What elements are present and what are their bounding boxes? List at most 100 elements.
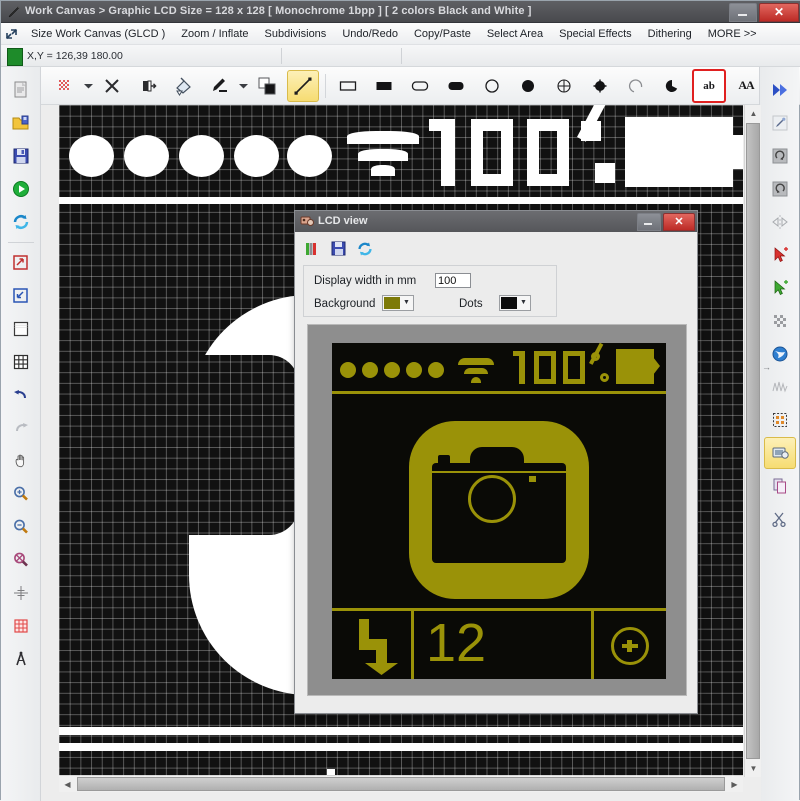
round-rect-filled-icon[interactable] bbox=[440, 70, 472, 102]
rotate-cw-icon[interactable] bbox=[764, 140, 796, 172]
vertical-scroll-thumb[interactable] bbox=[746, 123, 760, 759]
minimize-button[interactable] bbox=[729, 3, 757, 22]
crosshair-icon[interactable] bbox=[5, 577, 37, 609]
pencil-dropdown-icon[interactable] bbox=[238, 73, 249, 99]
red-cursor-icon[interactable] bbox=[764, 239, 796, 271]
ellipse-outline-icon[interactable] bbox=[548, 70, 580, 102]
canvas-horizontal-scrollbar[interactable]: ◀ ▶ bbox=[59, 775, 743, 792]
camera-flash bbox=[529, 476, 536, 482]
rect-filled-icon[interactable] bbox=[368, 70, 400, 102]
camera-lens bbox=[468, 475, 516, 523]
battery-full-icon bbox=[616, 349, 654, 384]
arc-outline-icon[interactable] bbox=[620, 70, 652, 102]
dialog-minimize-button[interactable] bbox=[637, 213, 661, 231]
save-disk-icon[interactable] bbox=[5, 140, 37, 172]
invert-icon[interactable] bbox=[132, 70, 164, 102]
dialog-title-bar[interactable]: LCD view ✕ bbox=[295, 211, 697, 233]
horizontal-scroll-thumb[interactable] bbox=[77, 777, 725, 791]
clear-x-icon[interactable] bbox=[96, 70, 128, 102]
compass-icon[interactable] bbox=[5, 643, 37, 675]
red-grid-icon[interactable] bbox=[5, 610, 37, 642]
pie-filled-icon[interactable] bbox=[656, 70, 688, 102]
display-options-box: Display width in mm Background ▼ Dots ▼ bbox=[303, 265, 557, 317]
refresh-icon[interactable] bbox=[355, 239, 375, 259]
current-color-swatch[interactable] bbox=[7, 48, 23, 66]
zoom-out-icon[interactable] bbox=[5, 511, 37, 543]
scroll-down-arrow[interactable]: ▼ bbox=[745, 760, 762, 777]
fg-bg-color-icon[interactable] bbox=[251, 70, 283, 102]
dialog-toolbar bbox=[303, 239, 375, 259]
font-size-icon[interactable]: AA bbox=[730, 70, 762, 102]
line-tool-icon[interactable] bbox=[287, 70, 319, 102]
eyedropper-icon[interactable] bbox=[764, 107, 796, 139]
grid-empty-icon[interactable] bbox=[5, 313, 37, 345]
fit-canvas-icon[interactable] bbox=[5, 280, 37, 312]
text-ab-icon[interactable]: ab bbox=[692, 69, 726, 103]
close-button[interactable]: ✕ bbox=[759, 3, 799, 22]
green-cursor-icon[interactable] bbox=[764, 272, 796, 304]
window-title: Work Canvas > Graphic LCD Size = 128 x 1… bbox=[25, 5, 531, 17]
dropdown-arrow-icon[interactable] bbox=[83, 73, 94, 99]
zoom-reset-icon[interactable] bbox=[5, 544, 37, 576]
divider bbox=[325, 74, 326, 98]
menu-subdivisions[interactable]: Subdivisions bbox=[257, 26, 335, 42]
cut-scissors-icon[interactable] bbox=[764, 503, 796, 535]
background-label: Background bbox=[314, 298, 375, 310]
menu-select-area[interactable]: Select Area bbox=[479, 26, 551, 42]
circle-filled-icon[interactable] bbox=[512, 70, 544, 102]
font-size-label: AA bbox=[738, 78, 753, 93]
pan-hand-icon[interactable] bbox=[5, 445, 37, 477]
refresh-icon[interactable] bbox=[5, 206, 37, 238]
zoom-in-icon[interactable] bbox=[5, 478, 37, 510]
menu-size-work-canvas[interactable]: Size Work Canvas (GLCD ) bbox=[23, 26, 173, 42]
window-controls: ✕ bbox=[729, 3, 799, 21]
pencil-icon[interactable] bbox=[204, 70, 236, 102]
display-width-input[interactable] bbox=[435, 273, 471, 288]
camera-knob bbox=[438, 455, 450, 463]
left-toolbar bbox=[1, 67, 41, 801]
resize-canvas-icon[interactable] bbox=[5, 247, 37, 279]
menu-copy-paste[interactable]: Copy/Paste bbox=[406, 26, 479, 42]
new-document-icon[interactable] bbox=[5, 74, 37, 106]
lcd-view-dialog: LCD view ✕ Display wi bbox=[294, 210, 698, 714]
save-disk-icon[interactable] bbox=[329, 239, 349, 259]
palette-icon[interactable] bbox=[303, 239, 323, 259]
fast-forward-icon[interactable] bbox=[764, 74, 796, 106]
lcd-view-icon bbox=[300, 214, 314, 228]
lcd-view-icon[interactable] bbox=[764, 437, 796, 469]
waveform-icon[interactable] bbox=[764, 371, 796, 403]
pixel-brush-icon[interactable] bbox=[49, 70, 81, 102]
grid-icon[interactable] bbox=[5, 346, 37, 378]
undo-icon[interactable] bbox=[5, 379, 37, 411]
circle-outline-icon[interactable] bbox=[476, 70, 508, 102]
scroll-up-arrow[interactable]: ▲ bbox=[745, 105, 762, 122]
menu-dithering[interactable]: Dithering bbox=[640, 26, 700, 42]
signal-dot bbox=[340, 362, 356, 378]
menu-zoom-inflate[interactable]: Zoom / Inflate bbox=[173, 26, 256, 42]
select-marquee-icon[interactable] bbox=[764, 404, 796, 436]
divider bbox=[8, 242, 34, 243]
copy-icon[interactable] bbox=[764, 470, 796, 502]
redo-icon[interactable] bbox=[5, 412, 37, 444]
round-rect-outline-icon[interactable] bbox=[404, 70, 436, 102]
scroll-left-arrow[interactable]: ◀ bbox=[59, 776, 76, 793]
background-color-combo[interactable]: ▼ bbox=[382, 295, 414, 311]
canvas-vertical-scrollbar[interactable]: ▲ ▼ bbox=[744, 105, 761, 777]
lcd-divider bbox=[332, 391, 666, 394]
pen-icon bbox=[7, 5, 21, 19]
menu-special-effects[interactable]: Special Effects bbox=[551, 26, 640, 42]
menu-more[interactable]: MORE >> bbox=[700, 26, 765, 42]
scroll-right-arrow[interactable]: ▶ bbox=[726, 776, 743, 793]
checker-pattern-icon[interactable] bbox=[764, 305, 796, 337]
fill-bucket-icon[interactable] bbox=[168, 70, 200, 102]
expand-arrows-icon[interactable] bbox=[1, 24, 23, 44]
rotate-ccw-icon[interactable] bbox=[764, 173, 796, 205]
flip-icon[interactable] bbox=[764, 206, 796, 238]
rect-outline-icon[interactable] bbox=[332, 70, 364, 102]
run-play-icon[interactable] bbox=[5, 173, 37, 205]
menu-undo-redo[interactable]: Undo/Redo bbox=[334, 26, 406, 42]
ellipse-filled-icon[interactable] bbox=[584, 70, 616, 102]
open-folder-icon[interactable] bbox=[5, 107, 37, 139]
dots-color-combo[interactable]: ▼ bbox=[499, 295, 531, 311]
dialog-close-button[interactable]: ✕ bbox=[663, 213, 695, 231]
